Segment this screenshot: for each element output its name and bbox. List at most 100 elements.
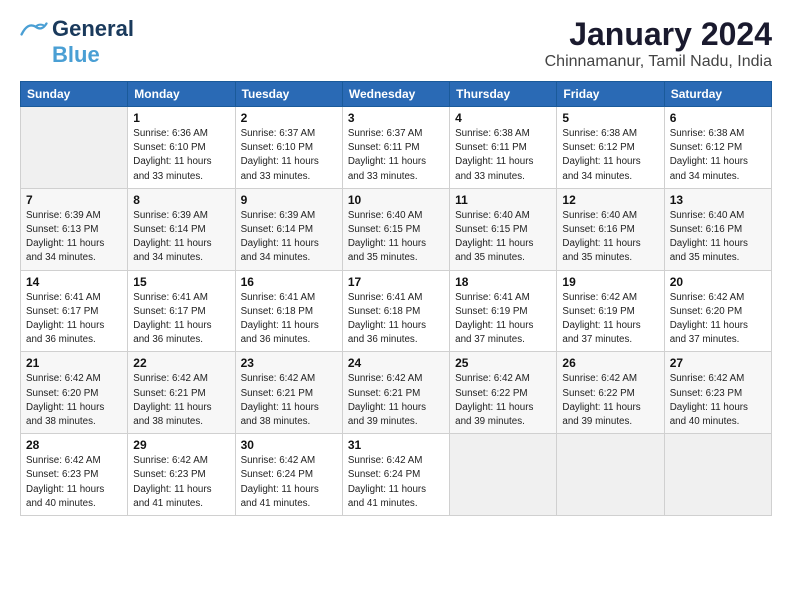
- calendar-week-row: 7 Sunrise: 6:39 AM Sunset: 6:13 PM Daylig…: [21, 188, 772, 270]
- title-block: January 2024 Chinnamanur, Tamil Nadu, In…: [545, 16, 772, 71]
- calendar-cell: 6Sunrise: 6:38 AM Sunset: 6:12 PM Daylig…: [664, 107, 771, 189]
- day-number: 1: [133, 111, 229, 125]
- logo-icon: [20, 20, 48, 38]
- calendar-cell: 4Sunrise: 6:38 AM Sunset: 6:11 PM Daylig…: [450, 107, 557, 189]
- day-info: Sunrise: 6:38 AM Sunset: 6:11 PM Dayligh…: [455, 127, 551, 184]
- day-number: 10: [348, 193, 444, 207]
- day-number: 7: [26, 193, 122, 207]
- calendar-cell: 3Sunrise: 6:37 AM Sunset: 6:11 PM Daylig…: [342, 107, 449, 189]
- calendar-cell: 29 Sunrise: 6:42 AM Sunset: 6:23 PM Dayli…: [128, 434, 235, 516]
- calendar-subtitle: Chinnamanur, Tamil Nadu, India: [545, 53, 772, 71]
- calendar-title: January 2024: [545, 16, 772, 53]
- day-number: 26: [562, 356, 658, 370]
- day-number: 20: [670, 275, 766, 289]
- day-number: 12: [562, 193, 658, 207]
- day-number: 28: [26, 438, 122, 452]
- day-info: Sunrise: 6:42 AM Sunset: 6:22 PM Dayligh…: [562, 372, 658, 429]
- calendar-cell: [21, 107, 128, 189]
- day-info: Sunrise: 6:42 AM Sunset: 6:23 PM Dayligh…: [133, 454, 229, 511]
- day-number: 6: [670, 111, 766, 125]
- calendar-cell: 28 Sunrise: 6:42 AM Sunset: 6:23 PM Dayli…: [21, 434, 128, 516]
- calendar-cell: 1 Sunrise: 6:36 AM Sunset: 6:10 PM Daylig…: [128, 107, 235, 189]
- col-wednesday: Wednesday: [342, 82, 449, 107]
- calendar-cell: 24Sunrise: 6:42 AM Sunset: 6:21 PM Dayli…: [342, 352, 449, 434]
- day-info: Sunrise: 6:42 AM Sunset: 6:21 PM Dayligh…: [133, 372, 229, 429]
- logo: General Blue: [20, 16, 134, 68]
- calendar-cell: 13Sunrise: 6:40 AM Sunset: 6:16 PM Dayli…: [664, 188, 771, 270]
- day-number: 21: [26, 356, 122, 370]
- day-info: Sunrise: 6:40 AM Sunset: 6:16 PM Dayligh…: [562, 209, 658, 266]
- day-info: Sunrise: 6:41 AM Sunset: 6:17 PM Dayligh…: [26, 291, 122, 348]
- day-number: 25: [455, 356, 551, 370]
- day-info: Sunrise: 6:42 AM Sunset: 6:24 PM Dayligh…: [241, 454, 337, 511]
- day-info: Sunrise: 6:42 AM Sunset: 6:24 PM Dayligh…: [348, 454, 444, 511]
- calendar-week-row: 21 Sunrise: 6:42 AM Sunset: 6:20 PM Dayli…: [21, 352, 772, 434]
- calendar-cell: 8 Sunrise: 6:39 AM Sunset: 6:14 PM Daylig…: [128, 188, 235, 270]
- calendar-cell: 31 Sunrise: 6:42 AM Sunset: 6:24 PM Dayli…: [342, 434, 449, 516]
- day-number: 24: [348, 356, 444, 370]
- col-friday: Friday: [557, 82, 664, 107]
- day-info: Sunrise: 6:39 AM Sunset: 6:13 PM Dayligh…: [26, 209, 122, 266]
- day-info: Sunrise: 6:37 AM Sunset: 6:10 PM Dayligh…: [241, 127, 337, 184]
- day-number: 16: [241, 275, 337, 289]
- day-number: 9: [241, 193, 337, 207]
- day-info: Sunrise: 6:42 AM Sunset: 6:21 PM Dayligh…: [241, 372, 337, 429]
- day-info: Sunrise: 6:40 AM Sunset: 6:15 PM Dayligh…: [348, 209, 444, 266]
- day-info: Sunrise: 6:41 AM Sunset: 6:18 PM Dayligh…: [348, 291, 444, 348]
- calendar-cell: [557, 434, 664, 516]
- calendar-cell: 21 Sunrise: 6:42 AM Sunset: 6:20 PM Dayli…: [21, 352, 128, 434]
- day-number: 17: [348, 275, 444, 289]
- calendar-week-row: 14 Sunrise: 6:41 AM Sunset: 6:17 PM Dayli…: [21, 270, 772, 352]
- col-monday: Monday: [128, 82, 235, 107]
- calendar-body: 1 Sunrise: 6:36 AM Sunset: 6:10 PM Daylig…: [21, 107, 772, 516]
- day-number: 18: [455, 275, 551, 289]
- day-info: Sunrise: 6:41 AM Sunset: 6:18 PM Dayligh…: [241, 291, 337, 348]
- calendar-cell: 23 Sunrise: 6:42 AM Sunset: 6:21 PM Dayli…: [235, 352, 342, 434]
- day-number: 13: [670, 193, 766, 207]
- calendar-cell: 19 Sunrise: 6:42 AM Sunset: 6:19 PM Dayli…: [557, 270, 664, 352]
- day-info: Sunrise: 6:38 AM Sunset: 6:12 PM Dayligh…: [562, 127, 658, 184]
- calendar-header-row: Sunday Monday Tuesday Wednesday Thursday…: [21, 82, 772, 107]
- calendar-cell: 18 Sunrise: 6:41 AM Sunset: 6:19 PM Dayli…: [450, 270, 557, 352]
- calendar-cell: 26 Sunrise: 6:42 AM Sunset: 6:22 PM Dayli…: [557, 352, 664, 434]
- day-info: Sunrise: 6:36 AM Sunset: 6:10 PM Dayligh…: [133, 127, 229, 184]
- day-number: 5: [562, 111, 658, 125]
- day-number: 15: [133, 275, 229, 289]
- calendar-week-row: 28 Sunrise: 6:42 AM Sunset: 6:23 PM Dayli…: [21, 434, 772, 516]
- calendar-cell: 22Sunrise: 6:42 AM Sunset: 6:21 PM Dayli…: [128, 352, 235, 434]
- calendar-week-row: 1 Sunrise: 6:36 AM Sunset: 6:10 PM Daylig…: [21, 107, 772, 189]
- calendar-cell: 10 Sunrise: 6:40 AM Sunset: 6:15 PM Dayli…: [342, 188, 449, 270]
- day-number: 31: [348, 438, 444, 452]
- day-number: 3: [348, 111, 444, 125]
- calendar-cell: 15 Sunrise: 6:41 AM Sunset: 6:17 PM Dayli…: [128, 270, 235, 352]
- day-number: 8: [133, 193, 229, 207]
- day-info: Sunrise: 6:42 AM Sunset: 6:20 PM Dayligh…: [670, 291, 766, 348]
- calendar-cell: 25Sunrise: 6:42 AM Sunset: 6:22 PM Dayli…: [450, 352, 557, 434]
- day-info: Sunrise: 6:42 AM Sunset: 6:23 PM Dayligh…: [26, 454, 122, 511]
- day-number: 19: [562, 275, 658, 289]
- col-thursday: Thursday: [450, 82, 557, 107]
- day-info: Sunrise: 6:41 AM Sunset: 6:17 PM Dayligh…: [133, 291, 229, 348]
- logo-text-blue: Blue: [52, 42, 100, 68]
- day-number: 29: [133, 438, 229, 452]
- calendar-cell: [664, 434, 771, 516]
- calendar-cell: 27Sunrise: 6:42 AM Sunset: 6:23 PM Dayli…: [664, 352, 771, 434]
- page-header: General Blue January 2024 Chinnamanur, T…: [20, 16, 772, 71]
- calendar-cell: 9 Sunrise: 6:39 AM Sunset: 6:14 PM Daylig…: [235, 188, 342, 270]
- day-info: Sunrise: 6:42 AM Sunset: 6:23 PM Dayligh…: [670, 372, 766, 429]
- day-info: Sunrise: 6:41 AM Sunset: 6:19 PM Dayligh…: [455, 291, 551, 348]
- calendar-cell: 7 Sunrise: 6:39 AM Sunset: 6:13 PM Daylig…: [21, 188, 128, 270]
- calendar-cell: 12 Sunrise: 6:40 AM Sunset: 6:16 PM Dayli…: [557, 188, 664, 270]
- day-info: Sunrise: 6:39 AM Sunset: 6:14 PM Dayligh…: [241, 209, 337, 266]
- day-info: Sunrise: 6:40 AM Sunset: 6:15 PM Dayligh…: [455, 209, 551, 266]
- day-number: 14: [26, 275, 122, 289]
- day-info: Sunrise: 6:39 AM Sunset: 6:14 PM Dayligh…: [133, 209, 229, 266]
- calendar-table: Sunday Monday Tuesday Wednesday Thursday…: [20, 81, 772, 516]
- col-tuesday: Tuesday: [235, 82, 342, 107]
- calendar-cell: [450, 434, 557, 516]
- day-number: 23: [241, 356, 337, 370]
- calendar-cell: 11Sunrise: 6:40 AM Sunset: 6:15 PM Dayli…: [450, 188, 557, 270]
- day-info: Sunrise: 6:42 AM Sunset: 6:19 PM Dayligh…: [562, 291, 658, 348]
- day-info: Sunrise: 6:42 AM Sunset: 6:20 PM Dayligh…: [26, 372, 122, 429]
- calendar-cell: 30Sunrise: 6:42 AM Sunset: 6:24 PM Dayli…: [235, 434, 342, 516]
